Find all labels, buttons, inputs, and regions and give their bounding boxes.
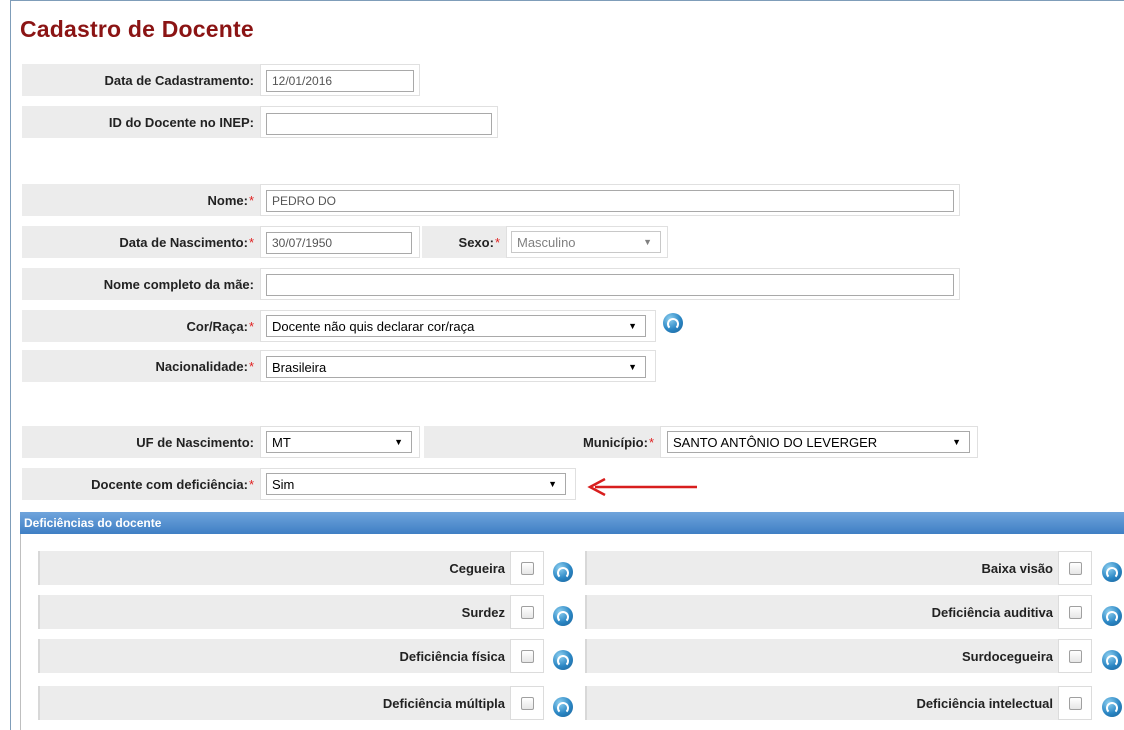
chevron-down-icon: ▼: [628, 362, 637, 372]
surdez-checkbox[interactable]: [520, 605, 534, 619]
required-marker: *: [248, 318, 254, 334]
help-icon[interactable]: [1102, 697, 1122, 717]
page-title: Cadastro de Docente: [20, 16, 254, 42]
label-text: Deficiência física: [399, 648, 506, 664]
red-arrow-icon: [587, 478, 697, 496]
deficiencia-label: Docente com deficiência: *: [22, 468, 260, 500]
required-marker: *: [248, 476, 254, 492]
required-marker: *: [248, 234, 254, 250]
deficiencia-fisica-cell: [510, 639, 544, 673]
label-text: Nacionalidade:: [155, 358, 248, 374]
frame-border-top: [10, 0, 1124, 1]
municipio-label: Município: *: [424, 426, 660, 458]
deficiencia-intelectual-checkbox[interactable]: [1068, 696, 1082, 710]
required-marker: *: [494, 234, 500, 250]
label-text: Deficiência intelectual: [916, 695, 1053, 711]
help-icon[interactable]: [553, 562, 573, 582]
label-text: Data de Cadastramento:: [104, 72, 254, 88]
deficiencia-intelectual-label: Deficiência intelectual: [585, 686, 1058, 720]
surdez-cell: [510, 595, 544, 629]
deficiencia-auditiva-cell: [1058, 595, 1092, 629]
municipio-select[interactable]: SANTO ANTÔNIO DO LEVERGER ▼: [667, 431, 970, 453]
help-icon[interactable]: [553, 650, 573, 670]
deficiencia-auditiva-checkbox[interactable]: [1068, 605, 1082, 619]
baixa-visao-label: Baixa visão: [585, 551, 1058, 585]
cor-raca-value: Docente não quis declarar cor/raça: [272, 318, 475, 334]
deficiencia-fisica-checkbox[interactable]: [520, 649, 534, 663]
municipio-value: SANTO ANTÔNIO DO LEVERGER: [673, 434, 878, 450]
surdocegueira-checkbox[interactable]: [1068, 649, 1082, 663]
cor-raca-label: Cor/Raça: *: [22, 310, 260, 342]
cegueira-label: Cegueira: [38, 551, 510, 585]
cor-raca-select[interactable]: Docente não quis declarar cor/raça ▼: [266, 315, 646, 337]
uf-nascimento-label: UF de Nascimento:: [22, 426, 260, 458]
baixa-visao-checkbox[interactable]: [1068, 561, 1082, 575]
sexo-value: Masculino: [517, 234, 576, 250]
uf-nascimento-select[interactable]: MT ▼: [266, 431, 412, 453]
label-text: Deficiência múltipla: [382, 695, 505, 711]
label-text: ID do Docente no INEP:: [108, 114, 254, 130]
chevron-down-icon: ▼: [643, 237, 652, 247]
deficiencia-multipla-cell: [510, 686, 544, 720]
label-text: UF de Nascimento:: [136, 434, 254, 450]
help-icon[interactable]: [553, 697, 573, 717]
chevron-down-icon: ▼: [394, 437, 403, 447]
frame-border-left: [10, 0, 11, 730]
label-text: Sexo:: [458, 234, 494, 250]
label-text: Nome completo da mãe:: [103, 276, 254, 292]
data-nascimento-input[interactable]: 30/07/1950: [266, 232, 412, 254]
label-text: Nome:: [207, 192, 248, 208]
cegueira-checkbox[interactable]: [520, 561, 534, 575]
nacionalidade-value: Brasileira: [272, 359, 327, 375]
label-text: Município:: [582, 434, 648, 450]
required-marker: *: [248, 358, 254, 374]
data-cadastramento-label: Data de Cadastramento:: [22, 64, 260, 96]
nacionalidade-label: Nacionalidade: *: [22, 350, 260, 382]
section-title: Deficiências do docente: [24, 516, 162, 530]
required-marker: *: [648, 434, 654, 450]
chevron-down-icon: ▼: [548, 479, 557, 489]
required-marker: *: [248, 192, 254, 208]
label-text: Docente com deficiência:: [91, 476, 248, 492]
label-text: Surdez: [461, 604, 505, 620]
surdocegueira-label: Surdocegueira: [585, 639, 1058, 673]
label-text: Baixa visão: [981, 560, 1053, 576]
label-text: Cor/Raça:: [186, 318, 248, 334]
help-icon[interactable]: [1102, 562, 1122, 582]
deficiencia-auditiva-label: Deficiência auditiva: [585, 595, 1058, 629]
chevron-down-icon: ▼: [628, 321, 637, 331]
label-text: Data de Nascimento:: [119, 234, 248, 250]
help-icon[interactable]: [553, 606, 573, 626]
deficiencia-value: Sim: [272, 476, 295, 492]
data-cadastramento-input[interactable]: 12/01/2016: [266, 70, 414, 92]
deficiencia-fisica-label: Deficiência física: [38, 639, 510, 673]
nome-mae-input[interactable]: [266, 274, 954, 296]
label-text: Cegueira: [449, 560, 505, 576]
help-icon[interactable]: [1102, 606, 1122, 626]
deficiencia-multipla-checkbox[interactable]: [520, 696, 534, 710]
label-text: Surdocegueira: [961, 648, 1053, 664]
chevron-down-icon: ▼: [952, 437, 961, 447]
sexo-select[interactable]: Masculino ▼: [511, 231, 661, 253]
uf-nascimento-value: MT: [272, 434, 291, 450]
section-header: Deficiências do docente: [20, 512, 1124, 534]
data-nascimento-label: Data de Nascimento: *: [22, 226, 260, 258]
id-inep-input[interactable]: [266, 113, 492, 135]
nome-input[interactable]: PEDRO DO: [266, 190, 954, 212]
nome-mae-label: Nome completo da mãe:: [22, 268, 260, 300]
deficiencia-intelectual-cell: [1058, 686, 1092, 720]
label-text: Deficiência auditiva: [931, 604, 1053, 620]
cegueira-cell: [510, 551, 544, 585]
baixa-visao-cell: [1058, 551, 1092, 585]
help-icon[interactable]: [663, 313, 683, 333]
help-icon[interactable]: [1102, 650, 1122, 670]
deficiencia-select[interactable]: Sim ▼: [266, 473, 566, 495]
surdez-label: Surdez: [38, 595, 510, 629]
deficiencia-multipla-label: Deficiência múltipla: [38, 686, 510, 720]
nome-label: Nome: *: [22, 184, 260, 216]
nacionalidade-select[interactable]: Brasileira ▼: [266, 356, 646, 378]
sexo-label: Sexo: *: [422, 226, 506, 258]
surdocegueira-cell: [1058, 639, 1092, 673]
id-inep-label: ID do Docente no INEP:: [22, 106, 260, 138]
